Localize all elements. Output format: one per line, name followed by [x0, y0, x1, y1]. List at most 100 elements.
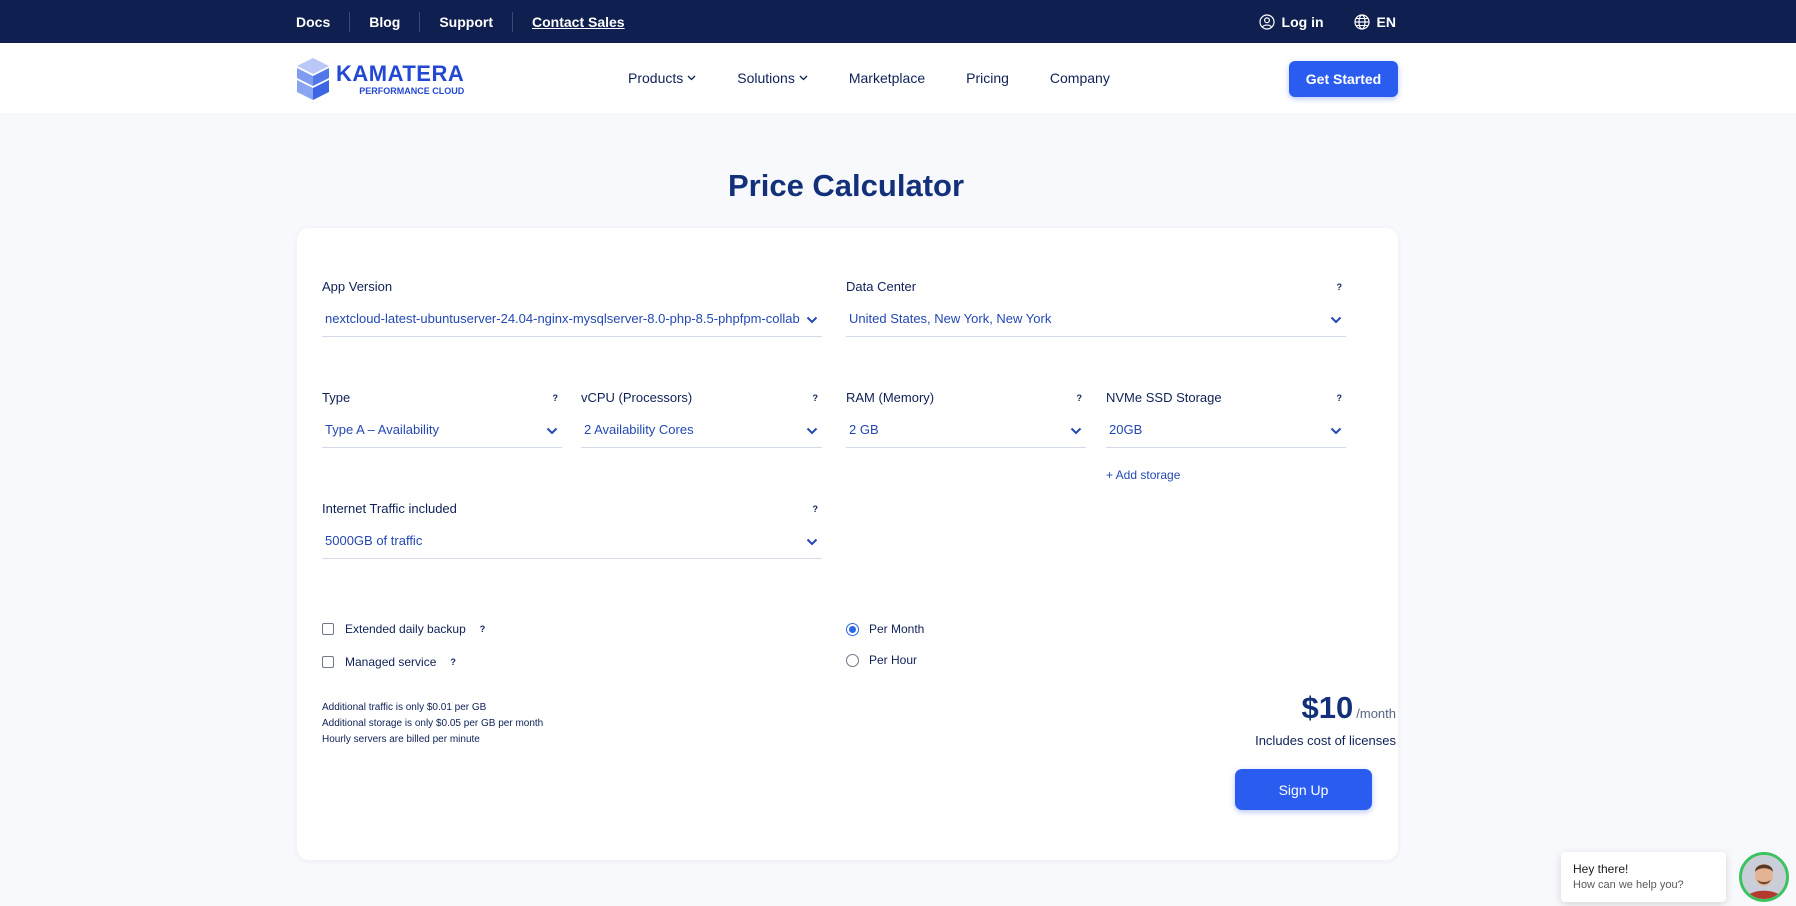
chevron-down-icon [546, 427, 558, 435]
storage-value: 20GB [1109, 422, 1143, 437]
logo-name: KAMATERA [336, 60, 465, 86]
chevron-down-icon [806, 427, 818, 435]
top-bar: Docs Blog Support Contact Sales Log in E… [0, 0, 1796, 43]
get-started-button[interactable]: Get Started [1289, 61, 1398, 97]
price-period: /month [1356, 706, 1396, 721]
support-link[interactable]: Support [419, 11, 512, 32]
top-links: Docs Blog Support Contact Sales [296, 0, 644, 43]
note-hourly: Hourly servers are billed per minute [322, 734, 480, 745]
pricing-notes: Additional traffic is only $0.01 per GB … [322, 700, 543, 748]
type-label: Type [322, 390, 351, 405]
note-traffic: Additional traffic is only $0.01 per GB [322, 702, 487, 713]
ram-help-icon[interactable]: ? [1077, 393, 1083, 403]
includes-licenses-text: Includes cost of licenses [1255, 733, 1396, 748]
price-display: $10 /month [1302, 690, 1396, 726]
vcpu-help-icon[interactable]: ? [813, 393, 819, 403]
nav-marketplace[interactable]: Marketplace [849, 70, 925, 86]
backup-label: Extended daily backup [345, 622, 466, 636]
managed-label: Managed service [345, 655, 437, 669]
storage-label: NVMe SSD Storage [1106, 390, 1222, 405]
main-nav: Products Solutions Marketplace Pricing C… [628, 43, 1110, 113]
backup-option[interactable]: Extended daily backup ? [322, 622, 485, 636]
ram-select[interactable]: 2 GB [846, 416, 1086, 448]
logo-wordmark: KAMATERA PERFORMANCE CLOUD [336, 60, 465, 97]
traffic-value: 5000GB of traffic [325, 533, 423, 548]
agent-avatar-icon [1742, 855, 1786, 899]
chevron-down-icon [1070, 427, 1082, 435]
type-select[interactable]: Type A – Availability [322, 416, 562, 448]
backup-help-icon[interactable]: ? [480, 624, 486, 634]
vcpu-field: vCPU (Processors) ? 2 Availability Cores [581, 390, 822, 448]
type-field: Type ? Type A – Availability [322, 390, 562, 448]
per-month-label: Per Month [869, 622, 925, 636]
app-version-field: App Version nextcloud-latest-ubuntuserve… [322, 279, 822, 337]
language-label: EN [1376, 13, 1396, 30]
data-center-select[interactable]: United States, New York, New York [846, 305, 1346, 337]
logo-tagline: PERFORMANCE CLOUD [359, 85, 465, 96]
vcpu-select[interactable]: 2 Availability Cores [581, 416, 822, 448]
app-version-select[interactable]: nextcloud-latest-ubuntuserver-24.04-ngin… [322, 305, 822, 337]
add-storage-link[interactable]: + Add storage [1106, 468, 1180, 482]
per-hour-label: Per Hour [869, 653, 918, 667]
traffic-field: Internet Traffic included ? 5000GB of tr… [322, 501, 822, 559]
sign-up-button[interactable]: Sign Up [1235, 769, 1372, 810]
blog-link[interactable]: Blog [349, 11, 419, 32]
app-version-label: App Version [322, 279, 393, 294]
chat-subtitle: How can we help you? [1573, 879, 1684, 891]
traffic-select[interactable]: 5000GB of traffic [322, 527, 822, 559]
chat-greeting: Hey there! [1573, 862, 1629, 876]
per-month-radio[interactable] [846, 622, 859, 636]
nav-company[interactable]: Company [1050, 70, 1110, 86]
traffic-help-icon[interactable]: ? [813, 504, 819, 514]
main-header: KAMATERA PERFORMANCE CLOUD Products Solu… [0, 43, 1796, 113]
chevron-down-icon [806, 316, 818, 324]
storage-help-icon[interactable]: ? [1337, 393, 1343, 403]
nav-solutions[interactable]: Solutions [737, 70, 808, 86]
nav-products-label: Products [628, 70, 684, 86]
chat-agent-avatar[interactable] [1739, 852, 1789, 902]
nav-products[interactable]: Products [628, 70, 696, 86]
data-center-value: United States, New York, New York [849, 311, 1052, 326]
data-center-field: Data Center ? United States, New York, N… [846, 279, 1346, 337]
chevron-down-icon [687, 75, 696, 81]
chat-bubble[interactable]: Hey there! How can we help you? [1561, 852, 1726, 902]
managed-help-icon[interactable]: ? [450, 657, 456, 667]
ram-value: 2 GB [849, 422, 879, 437]
ram-field: RAM (Memory) ? 2 GB [846, 390, 1086, 448]
storage-field: NVMe SSD Storage ? 20GB [1106, 390, 1346, 448]
vcpu-value: 2 Availability Cores [584, 422, 694, 437]
per-hour-option[interactable]: Per Hour [846, 653, 917, 667]
contact-sales-link[interactable]: Contact Sales [512, 11, 644, 32]
vcpu-label: vCPU (Processors) [581, 390, 693, 405]
chevron-down-icon [799, 75, 808, 81]
login-link[interactable]: Log in [1258, 13, 1324, 30]
nav-pricing[interactable]: Pricing [966, 70, 1009, 86]
globe-icon [1353, 13, 1370, 30]
per-month-option[interactable]: Per Month [846, 622, 924, 636]
managed-checkbox[interactable] [322, 656, 334, 668]
language-selector[interactable]: EN [1353, 13, 1396, 30]
nav-solutions-label: Solutions [737, 70, 795, 86]
type-value: Type A – Availability [325, 422, 439, 437]
docs-link[interactable]: Docs [296, 12, 349, 32]
data-center-label: Data Center [846, 279, 917, 294]
chevron-down-icon [806, 538, 818, 546]
data-center-help-icon[interactable]: ? [1337, 282, 1343, 292]
page-title: Price Calculator [727, 168, 965, 203]
logo-cube-icon [297, 58, 329, 100]
storage-select[interactable]: 20GB [1106, 416, 1346, 448]
per-hour-radio[interactable] [846, 653, 859, 667]
managed-option[interactable]: Managed service ? [322, 655, 456, 669]
backup-checkbox[interactable] [322, 623, 334, 635]
top-right: Log in EN [1258, 0, 1396, 43]
chevron-down-icon [1330, 427, 1342, 435]
kamatera-logo[interactable]: KAMATERA PERFORMANCE CLOUD [296, 57, 464, 101]
type-help-icon[interactable]: ? [553, 393, 559, 403]
login-label: Log in [1281, 13, 1324, 30]
chevron-down-icon [1330, 316, 1342, 324]
app-version-value: nextcloud-latest-ubuntuserver-24.04-ngin… [325, 311, 800, 326]
price-amount: $10 [1301, 690, 1354, 725]
note-storage: Additional storage is only $0.05 per GB … [322, 718, 544, 729]
ram-label: RAM (Memory) [846, 390, 935, 405]
traffic-label: Internet Traffic included [322, 501, 457, 516]
